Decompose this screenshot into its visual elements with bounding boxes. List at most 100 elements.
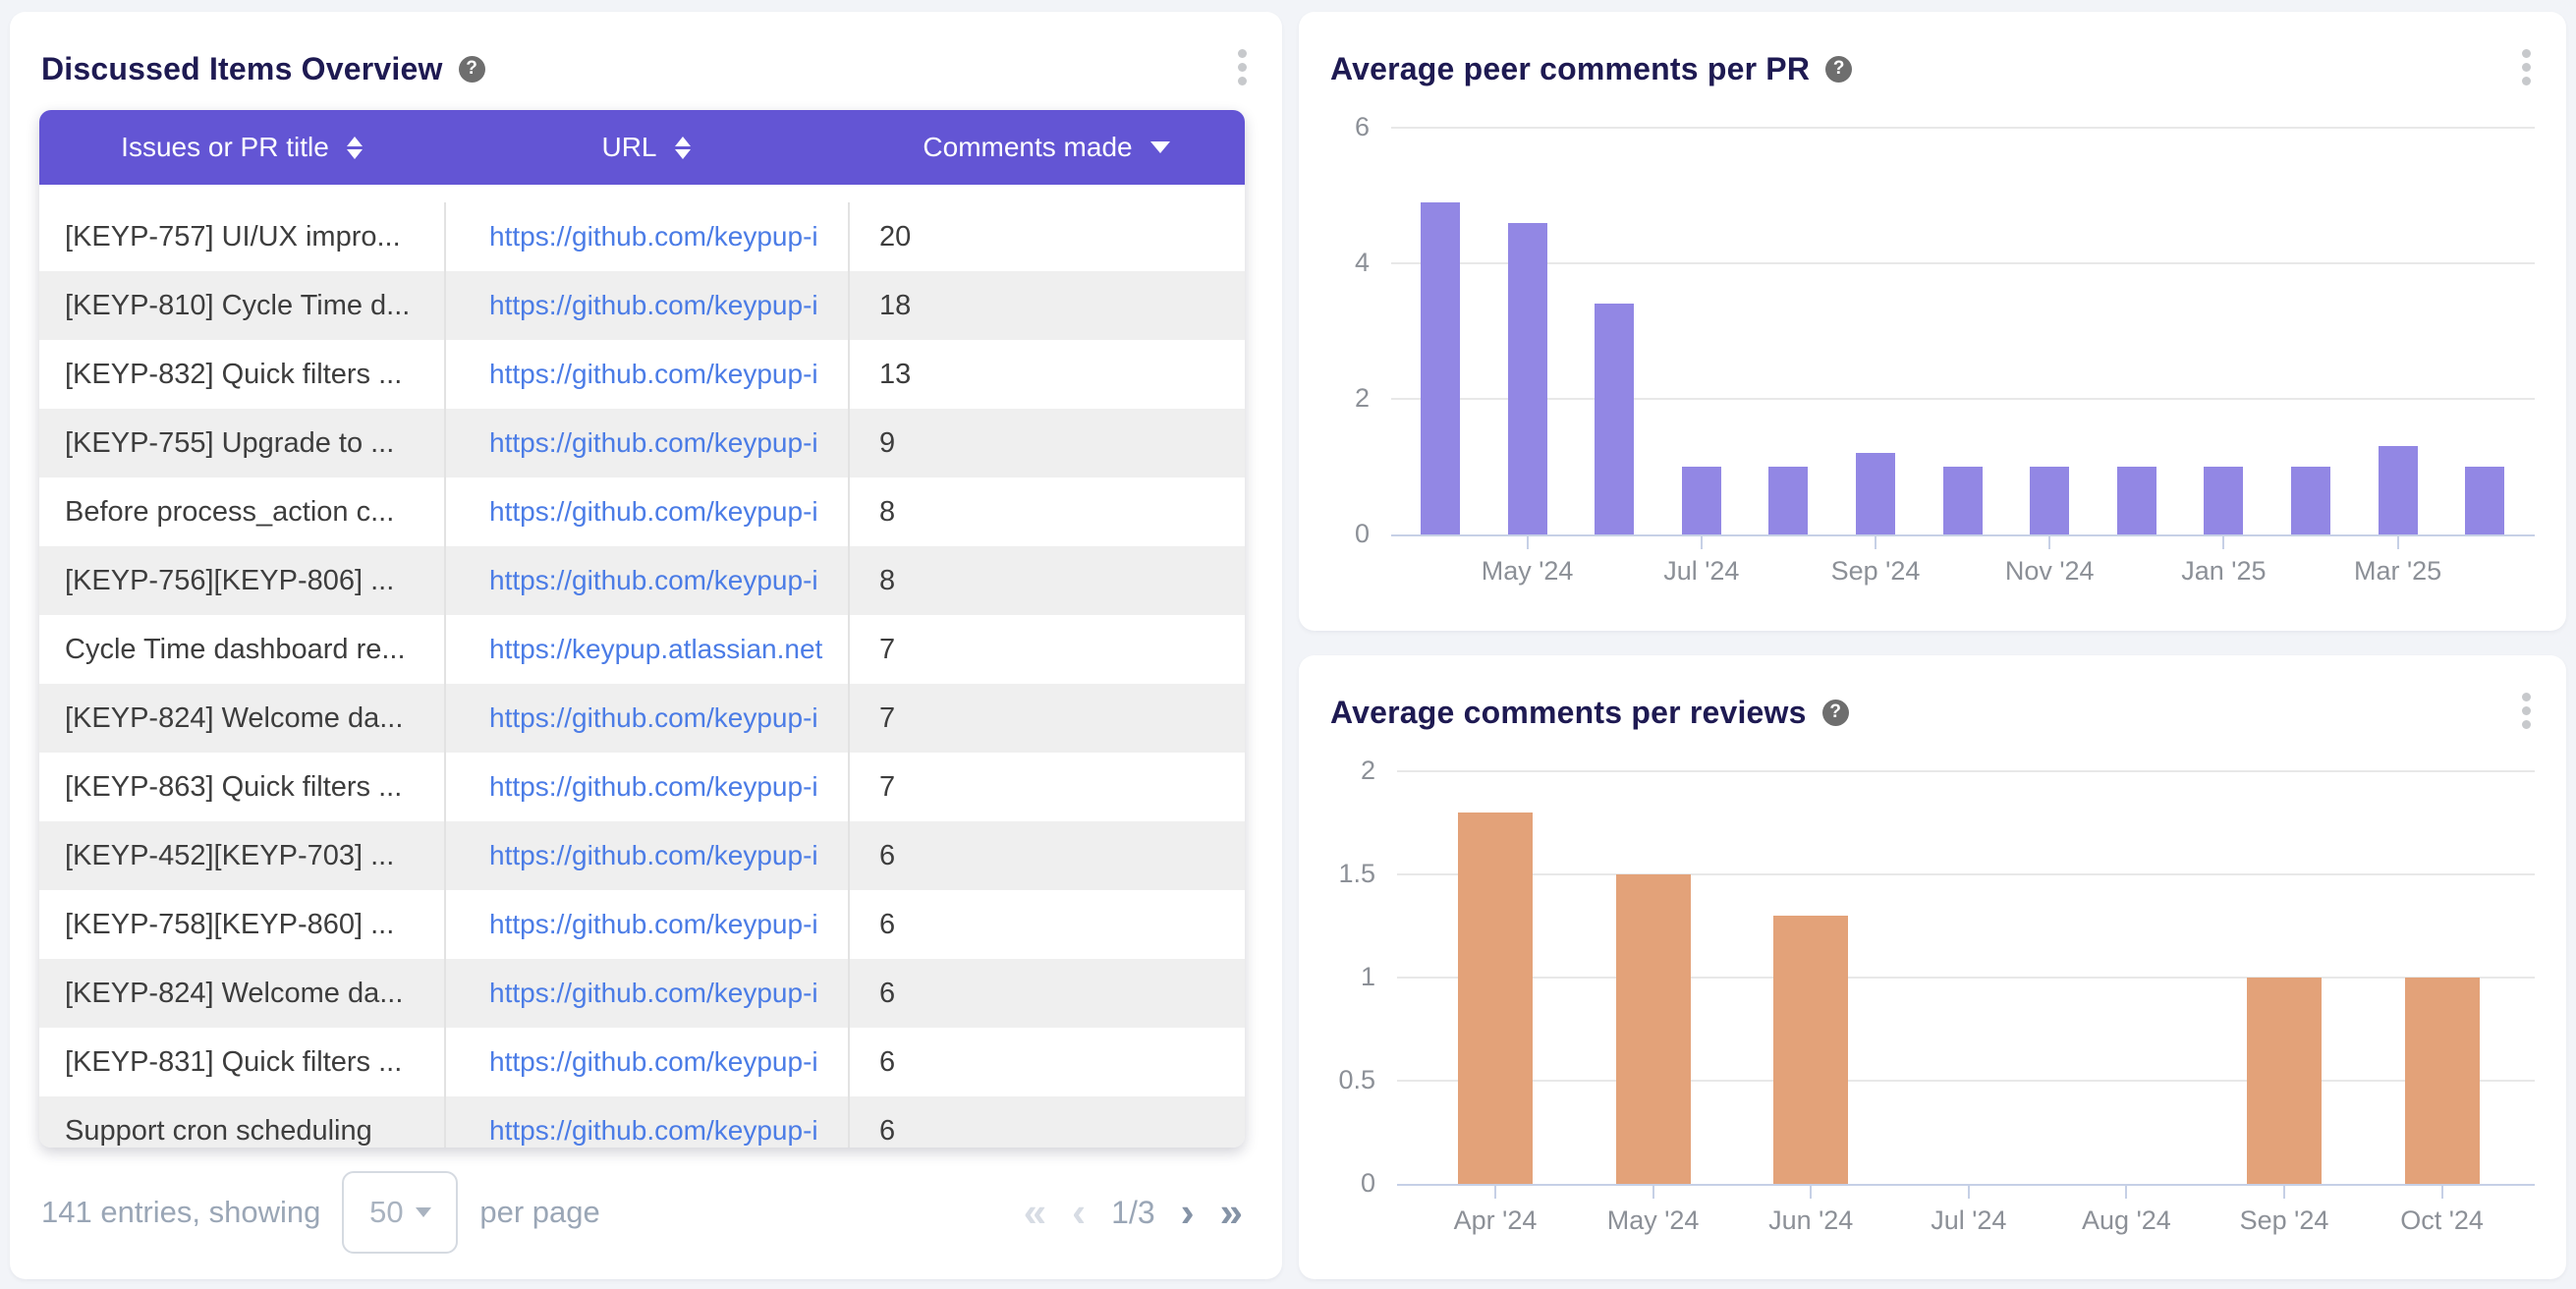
bar [1856, 453, 1895, 534]
url-link[interactable]: https://github.com/keypup-i [489, 359, 818, 390]
comments-count-cell: 7 [848, 684, 1245, 753]
x-axis-tick-label: Jun '24 [1768, 1205, 1853, 1236]
url-link[interactable]: https://github.com/keypup-i [489, 1115, 818, 1147]
column-label: Issues or PR title [121, 132, 329, 163]
bar [2465, 467, 2504, 534]
x-axis-tick-label: Aug '24 [2082, 1205, 2171, 1236]
gridline [1391, 262, 2535, 264]
url-link[interactable]: https://github.com/keypup-i [489, 1046, 818, 1078]
first-page-button[interactable]: « [1024, 1192, 1046, 1233]
url-link[interactable]: https://keypup.atlassian.net [489, 634, 822, 665]
issue-title-cell: Cycle Time dashboard re... [39, 615, 444, 684]
bar [2379, 446, 2418, 534]
last-page-button[interactable]: » [1220, 1192, 1243, 1233]
x-axis-tick-label: Sep '24 [2240, 1205, 2329, 1236]
url-cell: https://github.com/keypup-i [444, 340, 848, 409]
x-axis-tick [1810, 1186, 1812, 1199]
x-axis-tick [2222, 536, 2224, 549]
discussed-items-table: Issues or PR title URL Comments made [KE… [39, 110, 1245, 1148]
table-row: [KEYP-824] Welcome da...https://github.c… [39, 959, 1245, 1028]
url-link[interactable]: https://github.com/keypup-i [489, 771, 818, 803]
column-header-title[interactable]: Issues or PR title [39, 110, 444, 185]
url-cell: https://github.com/keypup-i [444, 684, 848, 753]
issue-title-cell: [KEYP-810] Cycle Time d... [39, 271, 444, 340]
x-axis-tick-label: Jul '24 [1931, 1205, 2006, 1236]
help-icon[interactable]: ? [459, 56, 485, 83]
url-link[interactable]: https://github.com/keypup-i [489, 978, 818, 1009]
url-link[interactable]: https://github.com/keypup-i [489, 565, 818, 596]
comments-count-cell: 8 [848, 546, 1245, 615]
page-size-select[interactable]: 50 [342, 1171, 458, 1254]
issue-title-cell: [KEYP-824] Welcome da... [39, 684, 444, 753]
x-axis-tick [2441, 1186, 2443, 1199]
comments-count-cell: 7 [848, 615, 1245, 684]
x-axis-tick-label: Apr '24 [1454, 1205, 1538, 1236]
table-row: [KEYP-452][KEYP-703] ...https://github.c… [39, 821, 1245, 890]
url-cell: https://github.com/keypup-i [444, 1028, 848, 1096]
comments-count-cell: 6 [848, 1028, 1245, 1096]
sort-icon[interactable] [347, 137, 363, 159]
gridline [1391, 127, 2535, 129]
bar [1768, 467, 1808, 534]
url-link[interactable]: https://github.com/keypup-i [489, 290, 818, 321]
issue-title-cell: [KEYP-863] Quick filters ... [39, 753, 444, 821]
y-axis-tick-label: 1.5 [1307, 859, 1375, 889]
discussed-items-card: Discussed Items Overview ? Issues or PR … [10, 12, 1282, 1279]
y-axis-tick-label: 6 [1301, 112, 1370, 142]
prev-page-button[interactable]: ‹ [1072, 1192, 1086, 1233]
kebab-menu-icon[interactable] [1238, 49, 1247, 85]
next-page-button[interactable]: › [1181, 1192, 1195, 1233]
bar [2405, 978, 2480, 1184]
x-axis-tick-label: Nov '24 [2005, 556, 2095, 587]
sort-icon[interactable] [675, 137, 691, 159]
entries-count-text: 141 entries, showing [41, 1195, 320, 1230]
table-row: [KEYP-824] Welcome da... https://github.c… [39, 684, 1245, 753]
url-link[interactable]: https://github.com/keypup-i [489, 427, 818, 459]
comments-count-cell: 6 [848, 890, 1245, 959]
bar [2291, 467, 2330, 534]
table-row: [KEYP-831] Quick filters ...https://gith… [39, 1028, 1245, 1096]
table-row: [KEYP-755] Upgrade to ...https://github.… [39, 409, 1245, 477]
table-row: [KEYP-756][KEYP-806] ...https://github.c… [39, 546, 1245, 615]
sort-desc-icon[interactable] [1150, 141, 1170, 153]
x-axis-tick-label: May '24 [1482, 556, 1574, 587]
comments-count-cell: 6 [848, 1096, 1245, 1148]
comments-count-cell: 6 [848, 821, 1245, 890]
review-comments-chart-card: Average comments per reviews ? 00.511.52… [1299, 655, 2566, 1279]
column-header-comments[interactable]: Comments made [848, 110, 1245, 185]
url-link[interactable]: https://github.com/keypup-i [489, 496, 818, 528]
y-axis-tick-label: 2 [1307, 756, 1375, 786]
url-cell: https://github.com/keypup-i [444, 271, 848, 340]
x-axis-tick-label: Mar '25 [2354, 556, 2441, 587]
column-label: URL [601, 132, 656, 163]
x-axis-tick [2397, 536, 2399, 549]
x-axis-tick [1701, 536, 1703, 549]
x-axis-tick [1968, 1186, 1970, 1199]
url-link[interactable]: https://github.com/keypup-i [489, 840, 818, 871]
url-link[interactable]: https://github.com/keypup-i [489, 702, 818, 734]
url-cell: https://github.com/keypup-i [444, 821, 848, 890]
column-header-url[interactable]: URL [444, 110, 848, 185]
bar [1943, 467, 1983, 534]
y-axis-tick-label: 2 [1301, 383, 1370, 414]
x-axis-tick [1652, 1186, 1654, 1199]
bar [2117, 467, 2156, 534]
url-cell: https://github.com/keypup-i [444, 409, 848, 477]
y-axis-tick-label: 4 [1301, 248, 1370, 278]
url-cell: https://github.com/keypup-i [444, 477, 848, 546]
page-size-value: 50 [369, 1195, 403, 1230]
comments-count-cell: 6 [848, 959, 1245, 1028]
y-axis-tick-label: 0.5 [1307, 1065, 1375, 1095]
bar [2030, 467, 2069, 534]
peer-comments-bar-chart: 0246May '24Jul '24Sep '24Nov '24Jan '25M… [1299, 12, 2566, 631]
x-axis-tick-label: Jul '24 [1663, 556, 1739, 587]
url-cell: https://github.com/keypup-i [444, 753, 848, 821]
comments-count-cell: 8 [848, 477, 1245, 546]
issue-title-cell: [KEYP-758][KEYP-860] ... [39, 890, 444, 959]
url-link[interactable]: https://github.com/keypup-i [489, 221, 818, 252]
url-link[interactable]: https://github.com/keypup-i [489, 909, 818, 940]
x-axis-tick [2283, 1186, 2285, 1199]
x-axis-tick [2125, 1186, 2127, 1199]
url-cell: https://keypup.atlassian.net [444, 615, 848, 684]
comments-count-cell: 20 [848, 202, 1245, 271]
